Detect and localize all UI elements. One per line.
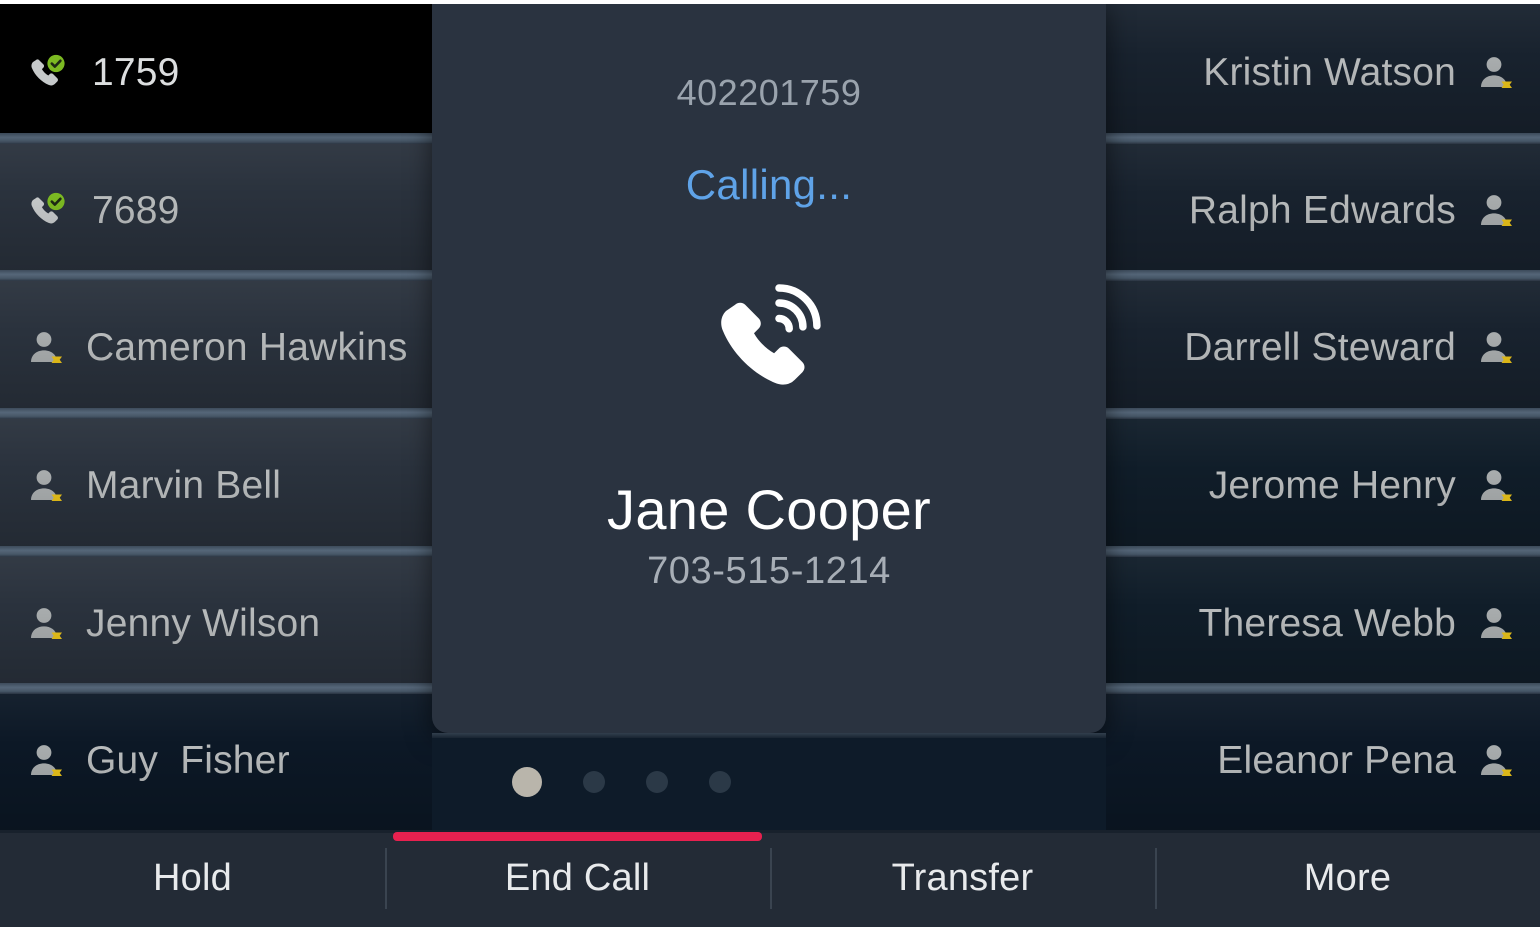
softkey-label: More xyxy=(1303,857,1392,899)
contact-label: Ralph Edwards xyxy=(1188,188,1456,232)
softkey-label: End Call xyxy=(504,857,651,899)
softkey-bar: Hold End Call Transfer More xyxy=(0,830,1540,927)
contact-unavailable-icon xyxy=(26,467,64,505)
contact-unavailable-icon xyxy=(1476,605,1514,643)
contact-label: Darrell Steward xyxy=(1184,326,1456,370)
contact-unavailable-icon xyxy=(26,329,64,367)
page-dot-2[interactable] xyxy=(583,770,605,793)
phone-available-icon xyxy=(26,53,70,93)
softkey-transfer[interactable]: Transfer xyxy=(770,830,1155,927)
call-status: Calling... xyxy=(685,161,853,208)
line-key-label: 7689 xyxy=(92,188,180,232)
contact-label: Eleanor Pena xyxy=(1217,739,1456,783)
call-extension: 402201759 xyxy=(676,72,862,113)
contact-label: Guy Fisher xyxy=(86,739,290,783)
caller-name: Jane Cooper xyxy=(607,478,931,541)
ringing-phone-icon xyxy=(703,281,835,401)
softkey-hold[interactable]: Hold xyxy=(0,830,385,927)
phone-available-icon xyxy=(26,191,70,231)
call-modal: 402201759 Calling... Jane Cooper 703-515… xyxy=(432,0,1106,733)
contact-label: Theresa Webb xyxy=(1198,601,1456,645)
contact-label: Marvin Bell xyxy=(86,463,282,507)
contact-unavailable-icon xyxy=(1476,54,1514,92)
page-dot-4[interactable] xyxy=(709,770,731,793)
phone-screen: 1759 Kristin Watson 7689 Ralph Edwards C… xyxy=(0,0,1540,927)
contact-label: Jenny Wilson xyxy=(86,601,321,645)
contact-unavailable-icon xyxy=(1476,742,1514,780)
contact-label: Kristin Watson xyxy=(1203,50,1456,94)
softkey-more[interactable]: More xyxy=(1155,830,1540,927)
softkey-end-call[interactable]: End Call xyxy=(385,830,770,927)
contact-unavailable-icon xyxy=(26,605,64,643)
caller-number: 703-515-1214 xyxy=(647,550,891,592)
page-dot-1[interactable] xyxy=(512,766,542,797)
softkey-label: Transfer xyxy=(891,857,1034,899)
top-edge-highlight xyxy=(0,0,1540,4)
contact-unavailable-icon xyxy=(1476,467,1514,505)
contact-label: Cameron Hawkins xyxy=(86,326,408,370)
contact-unavailable-icon xyxy=(1476,192,1514,230)
contact-unavailable-icon xyxy=(1476,329,1514,367)
contact-unavailable-icon xyxy=(26,742,64,780)
softkey-label: Hold xyxy=(153,857,232,899)
contact-label: Jerome Henry xyxy=(1208,463,1456,507)
page-indicator xyxy=(432,733,1106,830)
line-key-label: 1759 xyxy=(92,50,180,94)
page-dot-3[interactable] xyxy=(646,770,668,793)
